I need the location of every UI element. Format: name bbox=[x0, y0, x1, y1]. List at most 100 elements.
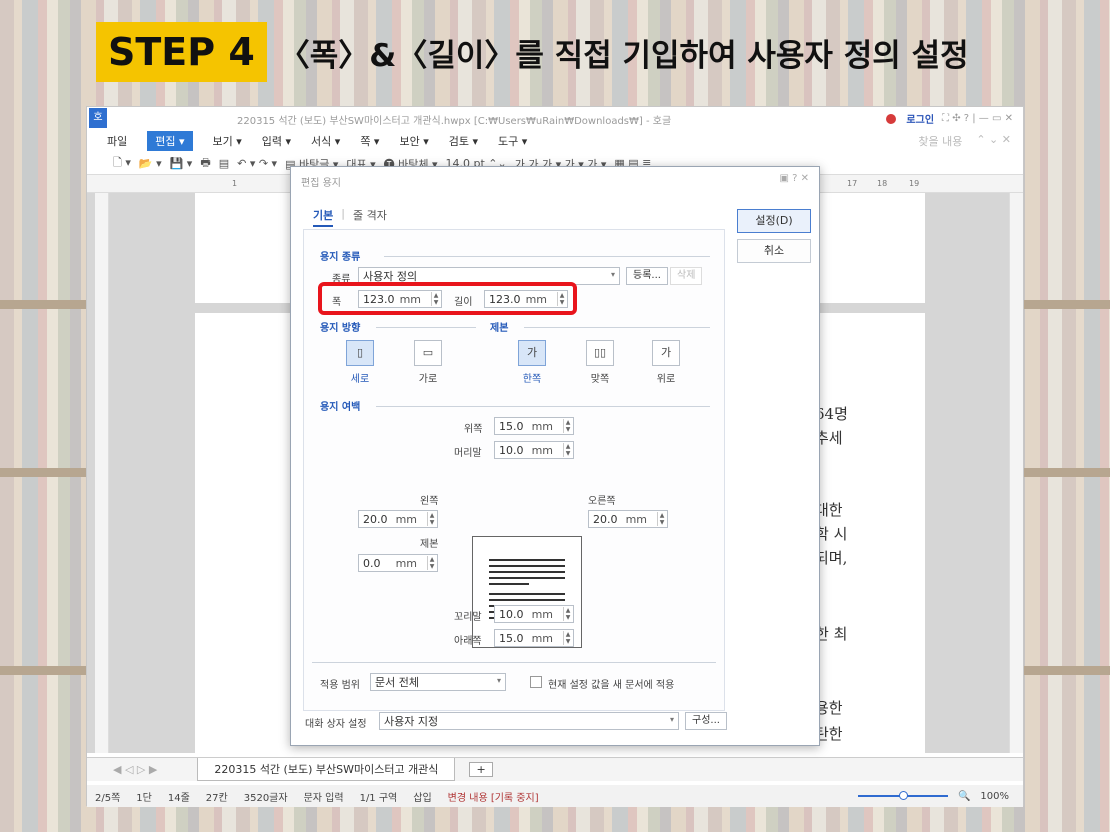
apply-new-doc-checkbox[interactable] bbox=[530, 676, 542, 688]
section-divider bbox=[384, 256, 710, 257]
margin-bottom-label: 아래쪽 bbox=[454, 636, 482, 647]
status-char: 27칸 bbox=[205, 792, 228, 804]
spinner-icon[interactable]: ▲ ▼ bbox=[427, 556, 436, 570]
dialog-setting-select[interactable]: 사용자 지정 ▾ bbox=[379, 712, 679, 730]
unit: mm bbox=[625, 512, 647, 526]
unit: mm bbox=[531, 607, 553, 621]
status-line: 14줄 bbox=[167, 792, 190, 804]
undo-redo-icon[interactable]: ↶ ▾ ↷ ▾ bbox=[237, 157, 277, 170]
tab-basic[interactable]: 기본 bbox=[313, 207, 334, 227]
spinner-icon[interactable]: ▲ ▼ bbox=[427, 512, 436, 526]
spinner-icon[interactable]: ▲ ▼ bbox=[657, 512, 666, 526]
menu-format[interactable]: 서식 ▾ bbox=[311, 133, 340, 149]
margin-top-label: 위쪽 bbox=[464, 424, 483, 435]
landscape-label: 가로 bbox=[418, 374, 438, 385]
cancel-button[interactable]: 취소 bbox=[737, 239, 811, 263]
ruler-mark: 19 bbox=[909, 179, 920, 188]
margin-header-input[interactable]: 10.0 mm ▲ ▼ bbox=[494, 441, 574, 459]
apply-scope-select[interactable]: 문서 전체 ▾ bbox=[370, 673, 506, 691]
status-input-mode[interactable]: 문자 입력 bbox=[304, 789, 344, 804]
margin-right-value: 20.0 bbox=[593, 512, 618, 526]
margin-left-input[interactable]: 20.0 mm ▲ ▼ bbox=[358, 510, 438, 528]
spinner-icon[interactable]: ▲ ▼ bbox=[563, 443, 572, 457]
menu-page[interactable]: 쪽 ▾ bbox=[360, 133, 379, 149]
margin-footer-value: 10.0 bbox=[499, 607, 524, 621]
spinner-icon[interactable]: ▲ ▼ bbox=[563, 631, 572, 645]
menu-bar: 파일 편집 ▾ 보기 ▾ 입력 ▾ 서식 ▾ 쪽 ▾ 보안 ▾ 검토 ▾ 도구 … bbox=[87, 129, 1023, 153]
section-orientation: 용지 방향 bbox=[320, 323, 361, 334]
binding-single-button[interactable]: 가 bbox=[518, 340, 546, 366]
window-title: 220315 석간 (보도) 부산SW마이스터고 개관식.hwpx [C:₩Us… bbox=[237, 116, 672, 127]
delete-button[interactable]: 삭제 bbox=[670, 267, 703, 285]
find-input[interactable]: 찾을 내용 bbox=[918, 133, 962, 149]
status-insert[interactable]: 삽입 bbox=[413, 789, 431, 804]
open-icon[interactable]: 📂 ▾ bbox=[139, 157, 162, 170]
step-label: STEP 4 bbox=[96, 22, 267, 82]
menu-file[interactable]: 파일 bbox=[107, 133, 127, 149]
portrait-icon: ▯ bbox=[356, 346, 364, 359]
facing-pages-icon: ▯▯ bbox=[593, 346, 607, 359]
margin-header-value: 10.0 bbox=[499, 443, 524, 457]
window-controls[interactable]: ⛶ ✣ ? | — ▭ ✕ bbox=[942, 113, 1013, 124]
preview-icon[interactable]: ▤ bbox=[219, 157, 229, 170]
status-page[interactable]: 2/5쪽 bbox=[95, 789, 120, 804]
login-link[interactable]: 로그인 bbox=[906, 111, 934, 126]
register-button[interactable]: 등록... bbox=[626, 267, 668, 285]
margin-left-value: 20.0 bbox=[363, 512, 388, 526]
menu-insert[interactable]: 입력 ▾ bbox=[262, 133, 291, 149]
highlight-box bbox=[318, 282, 577, 315]
zoom-slider-knob[interactable] bbox=[898, 791, 908, 800]
section-divider bbox=[524, 327, 710, 328]
binding-facing-button[interactable]: ▯▯ bbox=[586, 340, 614, 366]
apply-new-doc-label: 현재 설정 값을 새 문서에 적용 bbox=[548, 680, 675, 691]
margin-right-label: 오른쪽 bbox=[588, 496, 616, 507]
save-icon[interactable]: 💾 ▾ bbox=[170, 157, 193, 170]
new-doc-icon[interactable]: 🗋 ▾ bbox=[113, 154, 131, 173]
step-banner: STEP 4 〈폭〉&〈길이〉를 직접 기입하여 사용자 정의 설정 bbox=[96, 20, 969, 84]
margin-gutter-label: 제본 bbox=[420, 539, 439, 550]
zoom-icon[interactable]: 🔍 bbox=[958, 791, 970, 802]
status-column: 1단 bbox=[136, 792, 152, 804]
tab-line-grid[interactable]: 줄 격자 bbox=[353, 207, 387, 227]
binding-top-button[interactable]: 가 bbox=[652, 340, 680, 366]
menu-review[interactable]: 검토 ▾ bbox=[449, 133, 478, 149]
margin-gutter-input[interactable]: 0.0 mm ▲ ▼ bbox=[358, 554, 438, 572]
login-icon bbox=[886, 113, 897, 124]
vertical-scrollbar[interactable] bbox=[1009, 193, 1023, 753]
document-tab[interactable]: 220315 석간 (보도) 부산SW마이스터고 개관식 bbox=[197, 758, 456, 781]
print-icon[interactable]: 🖶 bbox=[200, 154, 210, 173]
preview-line bbox=[489, 599, 565, 601]
ok-button[interactable]: 설정(D) bbox=[737, 209, 811, 233]
find-controls[interactable]: ⌃ ⌄ ✕ bbox=[976, 133, 1011, 149]
margin-header-label: 머리말 bbox=[454, 448, 482, 459]
dialog-title-bar: 편집 용지 ▣ ? ✕ bbox=[291, 167, 819, 193]
landscape-button[interactable]: ▭ bbox=[414, 340, 442, 366]
dialog-setting-label: 대화 상자 설정 bbox=[305, 719, 367, 730]
menu-edit[interactable]: 편집 ▾ bbox=[147, 131, 193, 151]
margin-left-label: 왼쪽 bbox=[420, 496, 439, 507]
zoom-level[interactable]: 100% bbox=[980, 791, 1009, 802]
configure-button[interactable]: 구성... bbox=[685, 712, 727, 730]
binding-facing-label: 맞쪽 bbox=[590, 374, 610, 385]
spinner-icon[interactable]: ▲ ▼ bbox=[563, 607, 572, 621]
preview-line bbox=[489, 559, 565, 561]
zoom-slider[interactable] bbox=[857, 791, 948, 800]
menu-security[interactable]: 보안 ▾ bbox=[399, 133, 428, 149]
menu-view[interactable]: 보기 ▾ bbox=[213, 133, 242, 149]
margin-footer-input[interactable]: 10.0 mm ▲ ▼ bbox=[494, 605, 574, 623]
dialog-controls[interactable]: ▣ ? ✕ bbox=[780, 173, 810, 184]
section-divider bbox=[312, 662, 716, 663]
spinner-icon[interactable]: ▲ ▼ bbox=[563, 419, 572, 433]
dropdown-arrow-icon: ▾ bbox=[669, 715, 674, 724]
margin-bottom-input[interactable]: 15.0 mm ▲ ▼ bbox=[494, 629, 574, 647]
portrait-button[interactable]: ▯ bbox=[346, 340, 374, 366]
vertical-ruler bbox=[95, 193, 109, 753]
margin-right-input[interactable]: 20.0 mm ▲ ▼ bbox=[588, 510, 668, 528]
status-track-changes[interactable]: 변경 내용 [기록 중지] bbox=[448, 789, 539, 804]
status-bar: 2/5쪽 1단 14줄 27칸 3520글자 문자 입력 1/1 구역 삽입 변… bbox=[87, 785, 1023, 807]
tab-nav-arrows[interactable]: ◀ ◁ ▷ ▶ bbox=[113, 763, 157, 776]
margin-footer-label: 꼬리말 bbox=[454, 612, 482, 623]
add-tab-button[interactable]: + bbox=[469, 762, 493, 777]
margin-top-input[interactable]: 15.0 mm ▲ ▼ bbox=[494, 417, 574, 435]
menu-tools[interactable]: 도구 ▾ bbox=[498, 133, 527, 149]
